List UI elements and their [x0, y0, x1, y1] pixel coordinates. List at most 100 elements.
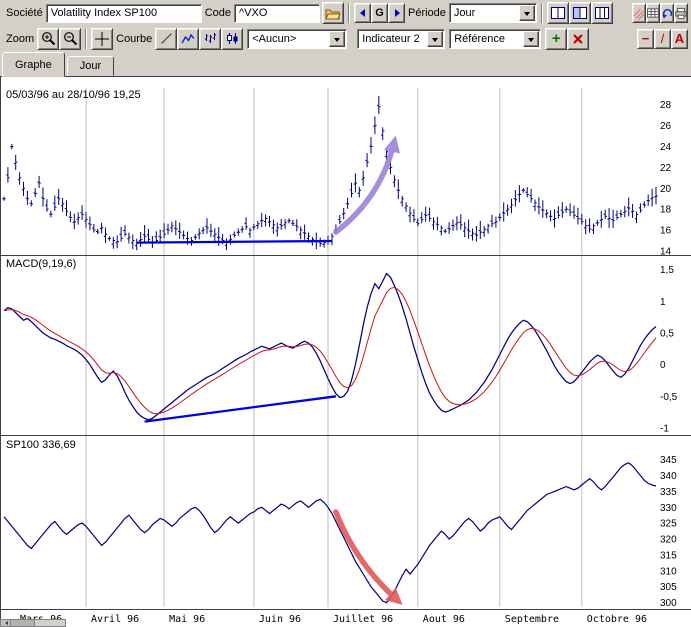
- arrow-left-icon: [358, 8, 368, 18]
- hatch-lines-icon: [633, 7, 645, 20]
- scroll-left-icon: [3, 621, 8, 625]
- overlay-dropdown[interactable]: <Aucun>: [247, 29, 347, 49]
- next-button[interactable]: [388, 3, 405, 23]
- chart-area: 05/03/96 au 28/10/96 19,25MACD(9,19,6)SP…: [0, 76, 691, 627]
- undo-button[interactable]: [660, 3, 674, 23]
- chart-canvas[interactable]: 05/03/96 au 28/10/96 19,25MACD(9,19,6)SP…: [0, 76, 691, 627]
- societe-label: Société: [6, 7, 43, 19]
- overlay-value: <Aucun>: [249, 33, 329, 45]
- y-tick-label: 20: [660, 184, 672, 195]
- tab-jour[interactable]: Jour: [67, 56, 114, 76]
- y-tick-label: -0,5: [660, 392, 678, 403]
- y-tick-label: 1: [660, 297, 666, 308]
- societe-input[interactable]: [46, 4, 202, 23]
- horizontal-scrollbar[interactable]: [0, 619, 66, 627]
- y-tick-label: 16: [660, 226, 672, 237]
- y-tick-label: 300: [660, 598, 677, 609]
- zoom-label: Zoom: [6, 33, 34, 45]
- y-tick-label: 14: [660, 246, 672, 257]
- trendline-annotation: [145, 396, 336, 421]
- zoom-out-icon: [63, 31, 78, 46]
- panel-title: SP100 336,69: [6, 439, 76, 451]
- layout-2pane-alt-button[interactable]: [569, 2, 591, 24]
- y-tick-label: 330: [660, 503, 677, 514]
- y-tick-label: 325: [660, 519, 677, 530]
- undo-arrow-icon: [661, 7, 673, 19]
- scroll-left-button[interactable]: [1, 620, 11, 626]
- reference-dropdown[interactable]: Référence: [449, 29, 541, 49]
- arrow-annotation: [336, 512, 398, 601]
- zoom-in-icon: [41, 31, 56, 46]
- segment-line-icon: [160, 32, 173, 45]
- y-tick-label: 24: [660, 142, 672, 153]
- price-line: [4, 463, 656, 603]
- crosshair-icon: [94, 31, 110, 47]
- layout-3pane-button[interactable]: [591, 2, 613, 24]
- draw-trendline-button[interactable]: /: [654, 29, 671, 49]
- code-input[interactable]: [234, 4, 320, 23]
- toolbar-row-2: Zoom Courbe: [0, 26, 691, 51]
- reference-value: Référence: [451, 33, 523, 45]
- grid-icon: [647, 7, 659, 19]
- polyline-curve-icon: [181, 33, 195, 45]
- indicateur-value: Indicateur 2: [359, 33, 427, 45]
- chevron-down-icon: [432, 38, 438, 45]
- delete-indicator-button[interactable]: [567, 28, 589, 50]
- y-tick-label: 305: [660, 582, 677, 593]
- add-text-button[interactable]: A: [671, 29, 688, 49]
- zoom-out-button[interactable]: [59, 28, 81, 50]
- scrollbar-thumb[interactable]: [11, 620, 35, 626]
- tab-graphe-label: Graphe: [15, 59, 52, 71]
- segment-line-button[interactable]: [155, 28, 177, 50]
- separator: [348, 3, 350, 23]
- layout-2pane-icon: [551, 7, 565, 19]
- y-tick-label: 28: [660, 100, 672, 111]
- zoom-in-button[interactable]: [37, 28, 59, 50]
- tab-graphe[interactable]: Graphe: [2, 52, 65, 77]
- data-table-button[interactable]: [646, 3, 660, 23]
- y-tick-label: 0: [660, 360, 666, 371]
- open-folder-button[interactable]: [322, 2, 344, 24]
- print-button[interactable]: [674, 3, 688, 23]
- printer-icon: [675, 7, 687, 20]
- x-axis-label: Septembre: [505, 614, 559, 625]
- candlestick-button[interactable]: [221, 28, 243, 50]
- y-tick-label: 18: [660, 205, 672, 216]
- y-tick-label: 26: [660, 121, 672, 132]
- y-tick-label: 340: [660, 471, 677, 482]
- periode-dropdown-button[interactable]: [519, 5, 535, 21]
- toolbar-row-1: Société Code G Période Jour: [0, 0, 691, 26]
- add-indicator-button[interactable]: +: [545, 28, 567, 50]
- periode-dropdown[interactable]: Jour: [449, 3, 537, 23]
- code-label: Code: [205, 7, 231, 19]
- x-axis-label: Juin 96: [259, 614, 301, 625]
- trendline-tools-button[interactable]: [632, 3, 646, 23]
- periode-label: Période: [408, 7, 446, 19]
- y-tick-label: 345: [660, 455, 677, 466]
- tab-bar: Graphe Jour: [0, 51, 691, 76]
- prev-button[interactable]: [354, 3, 371, 23]
- arrow-right-icon: [392, 8, 402, 18]
- remove-drawing-button[interactable]: −: [637, 29, 654, 49]
- y-tick-label: 0,5: [660, 329, 674, 340]
- price-bars: [2, 96, 657, 250]
- trendline-annotation: [137, 241, 332, 243]
- layout-3pane-icon: [595, 7, 609, 19]
- ohlc-bars-button[interactable]: [199, 28, 221, 50]
- indicateur-dropdown-button[interactable]: [427, 31, 443, 47]
- periode-value: Jour: [451, 7, 519, 19]
- tab-jour-label: Jour: [80, 60, 101, 72]
- overlay-dropdown-button[interactable]: [329, 31, 345, 47]
- layout-2pane-button[interactable]: [547, 2, 569, 24]
- y-tick-label: 315: [660, 550, 677, 561]
- graph-button[interactable]: G: [371, 3, 388, 23]
- panel-title: MACD(9,19,6): [6, 258, 76, 270]
- line-chart-button[interactable]: [177, 28, 199, 50]
- crosshair-button[interactable]: [91, 28, 113, 50]
- reference-dropdown-button[interactable]: [523, 31, 539, 47]
- chevron-down-icon: [334, 38, 340, 45]
- y-tick-label: 22: [660, 163, 672, 174]
- y-tick-label: 1,5: [660, 265, 674, 276]
- red-x-icon: [572, 33, 584, 45]
- indicateur-dropdown[interactable]: Indicateur 2: [357, 29, 445, 49]
